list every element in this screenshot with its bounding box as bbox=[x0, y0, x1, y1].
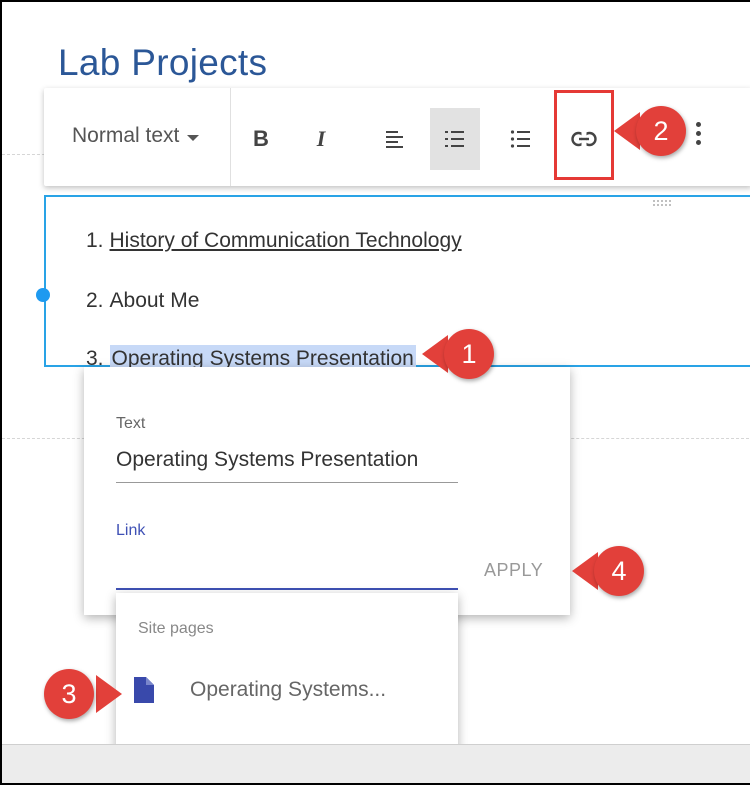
site-page-label: Operating Systems... bbox=[190, 678, 387, 701]
bulleted-list-icon bbox=[510, 130, 530, 148]
toolbar-divider bbox=[230, 88, 231, 186]
text-style-label: Normal text bbox=[72, 124, 180, 147]
link-field-underline bbox=[116, 588, 458, 590]
callout-badge: 4 bbox=[572, 546, 654, 596]
text-editor-box[interactable]: 1. History of Communication Technology 2.… bbox=[44, 195, 750, 372]
list-item-number: 2. bbox=[86, 289, 104, 312]
more-options-icon[interactable] bbox=[696, 122, 702, 145]
bold-button[interactable]: B bbox=[236, 108, 286, 170]
document-icon bbox=[134, 677, 154, 703]
link-dialog: Text Operating Systems Presentation Link… bbox=[84, 367, 570, 615]
window-frame: Lab Projects Normal text B I 1. History … bbox=[0, 0, 750, 785]
bulleted-list-button[interactable] bbox=[496, 108, 546, 170]
numbered-list-button[interactable] bbox=[430, 108, 480, 170]
italic-icon: I bbox=[316, 126, 326, 151]
list-item-text: About Me bbox=[109, 289, 200, 312]
text-field-underline bbox=[116, 482, 458, 483]
link-field-label: Link bbox=[116, 522, 146, 539]
bold-icon: B bbox=[253, 126, 269, 151]
caret-down-icon bbox=[187, 134, 200, 141]
list-item-text[interactable]: History of Communication Technology bbox=[110, 229, 462, 252]
italic-button[interactable]: I bbox=[296, 108, 346, 170]
drag-handle-icon[interactable] bbox=[652, 199, 672, 207]
align-button[interactable] bbox=[370, 108, 420, 170]
numbered-list-icon bbox=[445, 131, 464, 147]
text-field[interactable]: Operating Systems Presentation bbox=[116, 448, 418, 472]
list-item[interactable]: 2. About Me bbox=[86, 289, 199, 313]
dropdown-header: Site pages bbox=[138, 620, 214, 637]
site-pages-dropdown: Site pages Operating Systems... bbox=[116, 593, 458, 753]
align-left-icon bbox=[386, 131, 403, 148]
bottom-bar bbox=[2, 744, 750, 783]
cursor-handle[interactable] bbox=[36, 288, 50, 302]
text-field-label: Text bbox=[116, 415, 146, 432]
page-title: Lab Projects bbox=[58, 42, 268, 83]
callout-badge: 1 bbox=[422, 329, 498, 379]
callout-badge: 3 bbox=[44, 669, 122, 719]
site-page-option[interactable]: Operating Systems... bbox=[132, 675, 386, 705]
text-style-dropdown[interactable]: Normal text bbox=[72, 124, 200, 148]
list-item[interactable]: 1. History of Communication Technology bbox=[86, 229, 462, 253]
link-button-highlight bbox=[554, 90, 614, 180]
apply-button[interactable]: APPLY bbox=[484, 560, 543, 581]
callout-badge: 2 bbox=[614, 106, 694, 156]
list-item-number: 1. bbox=[86, 229, 104, 252]
